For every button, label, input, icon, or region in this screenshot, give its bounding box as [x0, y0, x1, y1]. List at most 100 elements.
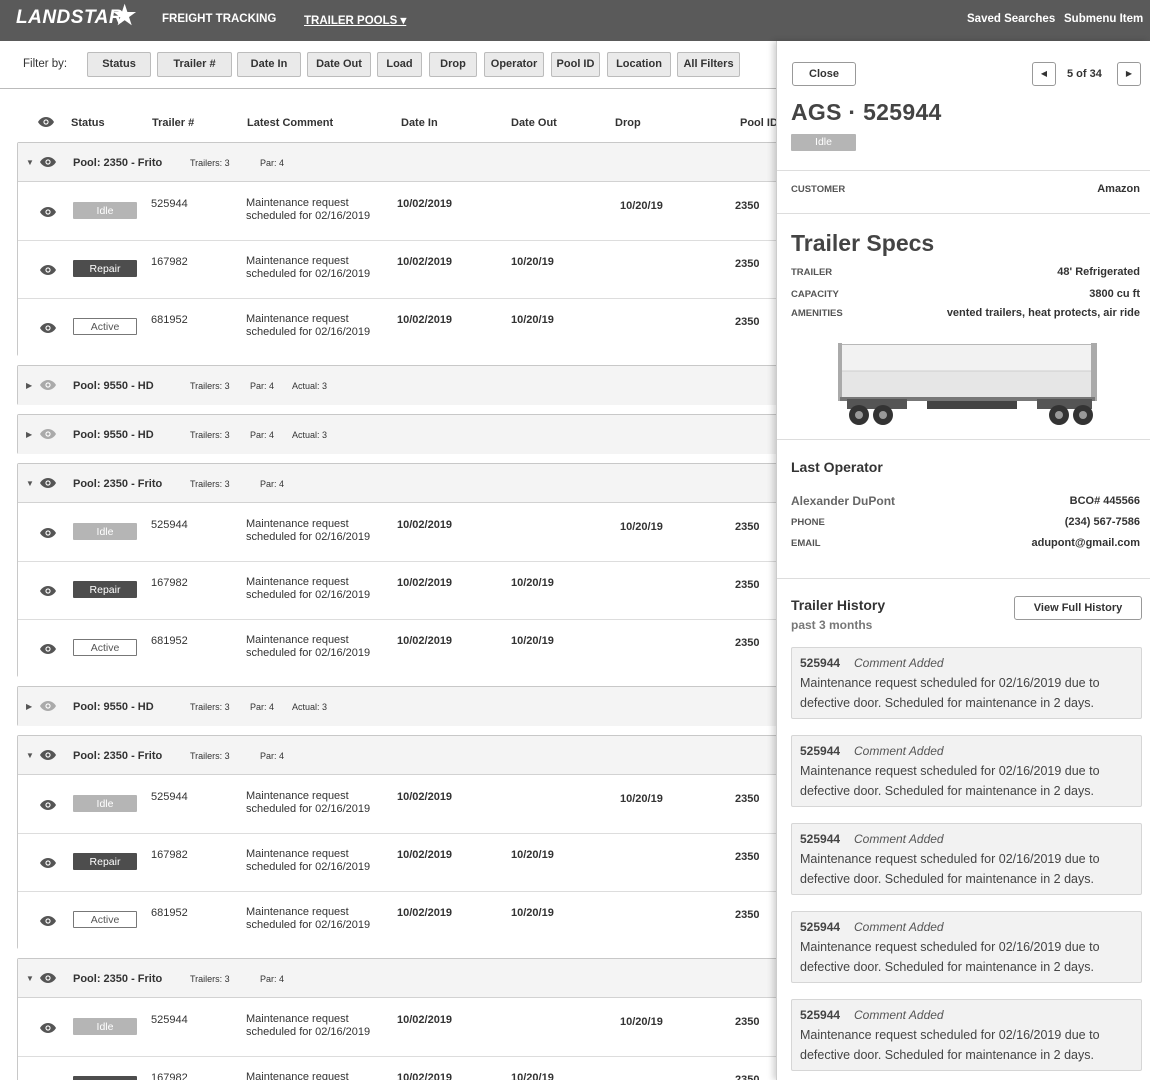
table-row[interactable]: Repair 167982 Maintenance requestschedul…: [18, 1057, 776, 1080]
filter-trailer-button[interactable]: Trailer #: [157, 52, 232, 77]
table-row[interactable]: Repair 167982 Maintenance requestschedul…: [18, 562, 776, 620]
pool-actual: Actual: 3: [292, 430, 328, 440]
col-trailer-header[interactable]: Trailer #: [152, 117, 194, 129]
table-row[interactable]: Active 681952 Maintenance request schedul…: [18, 892, 776, 950]
pool-par: Par: 4: [260, 479, 285, 489]
chevron-left-icon[interactable]: ◀: [1032, 62, 1056, 86]
col-status-header[interactable]: Status: [71, 117, 105, 129]
pool-group: ▼ Pool: 2350 - Frito Trailers: 3 Par: 4 …: [17, 142, 776, 357]
nav-freight-tracking[interactable]: FREIGHT TRACKING: [162, 13, 276, 25]
eye-icon[interactable]: [40, 478, 56, 488]
pool-header[interactable]: ▶ Pool: 9550 - HD Trailers: 3 Par: 4 Act…: [18, 687, 776, 726]
history-text: Maintenance request scheduled for 02/16/…: [800, 764, 1100, 798]
eye-icon[interactable]: [40, 323, 56, 333]
trailer-value: 48' Refrigerated: [1057, 266, 1140, 278]
landstar-logo[interactable]: LANDSTAR ★: [16, 0, 136, 30]
status-badge: Idle: [73, 202, 137, 219]
col-drop-header[interactable]: Drop: [615, 117, 641, 129]
eye-icon[interactable]: [40, 528, 56, 538]
filter-pool-id-button[interactable]: Pool ID: [551, 52, 600, 77]
triangle-right-icon[interactable]: ▶: [26, 381, 32, 390]
filter-location-button[interactable]: Location: [607, 52, 671, 77]
chevron-right-icon[interactable]: ▶: [1117, 62, 1141, 86]
eye-icon[interactable]: [40, 701, 56, 711]
comment-line: scheduled for 02/16/2019: [246, 268, 371, 280]
table-row[interactable]: Repair 167982 Maintenance requestschedul…: [18, 834, 776, 892]
top-nav-bar: LANDSTAR ★ FREIGHT TRACKING TRAILER POOLS…: [0, 0, 1150, 41]
filter-date-out-button[interactable]: Date Out: [307, 52, 371, 77]
table-row[interactable]: Idle 525944 Maintenance request scheduled…: [18, 776, 776, 834]
divider: [777, 439, 1150, 440]
pool-group: ▼ Pool: 2350 - Frito Trailers: 3 Par: 4 …: [17, 735, 776, 950]
eye-icon[interactable]: [40, 1023, 56, 1033]
email-value[interactable]: adupont@gmail.com: [1031, 537, 1140, 549]
pool-header[interactable]: ▼ Pool: 2350 - Frito Trailers: 3 Par: 4: [18, 143, 776, 182]
table-row[interactable]: Active 681952 Maintenance request schedul…: [18, 299, 776, 357]
triangle-right-icon[interactable]: ▶: [26, 430, 32, 439]
nav-trailer-pools[interactable]: TRAILER POOLS ▾: [304, 13, 406, 27]
pool-header[interactable]: ▼ Pool: 2350 - Frito Trailers: 3 Par: 4: [18, 464, 776, 503]
triangle-down-icon[interactable]: ▼: [26, 479, 34, 488]
logo-text: LANDSTAR: [16, 7, 124, 28]
eye-icon[interactable]: [38, 117, 54, 127]
pool-actual: Actual: 3: [292, 702, 328, 712]
triangle-down-icon[interactable]: ▼: [26, 974, 34, 983]
history-event-type: Comment Added: [854, 832, 944, 846]
eye-icon[interactable]: [40, 644, 56, 654]
filter-drop-button[interactable]: Drop: [429, 52, 477, 77]
history-event-type: Comment Added: [854, 1008, 944, 1022]
latest-comment: Maintenance requestscheduled for 02/16/2…: [246, 518, 376, 544]
eye-icon[interactable]: [40, 429, 56, 439]
table-row[interactable]: Active 681952 Maintenance request schedul…: [18, 620, 776, 678]
pool-header[interactable]: ▶ Pool: 9550 - HD Trailers: 3 Par: 4 Act…: [18, 415, 776, 454]
triangle-down-icon[interactable]: ▼: [26, 751, 34, 760]
table-row[interactable]: Repair 167982 Maintenance requestschedul…: [18, 241, 776, 299]
col-pool-id-header[interactable]: Pool ID: [740, 117, 776, 129]
eye-icon[interactable]: [40, 380, 56, 390]
col-date-out-header[interactable]: Date Out: [511, 117, 557, 129]
col-comment-header[interactable]: Latest Comment: [247, 117, 333, 129]
filter-status-button[interactable]: Status: [87, 52, 151, 77]
pool-name: Pool: 2350 - Frito: [73, 157, 163, 169]
filter-load-button[interactable]: Load: [377, 52, 422, 77]
drop-date: 10/20/19: [620, 200, 663, 212]
comment-line: Maintenance request: [246, 576, 349, 588]
pool-header[interactable]: ▶ Pool: 9550 - HD Trailers: 3 Par: 4 Act…: [18, 366, 776, 405]
nav-saved-searches[interactable]: Saved Searches: [967, 13, 1055, 25]
table-row[interactable]: Idle 525944 Maintenance request scheduled…: [18, 999, 776, 1057]
eye-icon[interactable]: [40, 916, 56, 926]
col-date-in-header[interactable]: Date In: [401, 117, 438, 129]
nav-submenu-item[interactable]: Submenu Item: [1064, 13, 1143, 25]
date-in: 10/02/2019: [397, 791, 453, 803]
filter-date-in-button[interactable]: Date In: [237, 52, 301, 77]
eye-icon[interactable]: [40, 800, 56, 810]
eye-icon[interactable]: [40, 207, 56, 217]
history-card: 525944 Comment Added Maintenance request…: [791, 647, 1142, 719]
table-row[interactable]: Idle 525944 Maintenance request scheduled…: [18, 504, 776, 562]
view-full-history-button[interactable]: View Full History: [1014, 596, 1142, 620]
pool-header[interactable]: ▼ Pool: 2350 - Frito Trailers: 3 Par: 4: [18, 736, 776, 775]
filter-all-filters-button[interactable]: All Filters: [677, 52, 740, 77]
eye-icon[interactable]: [40, 973, 56, 983]
date-out: 10/20/19: [511, 256, 554, 268]
eye-icon[interactable]: [40, 858, 56, 868]
table-row[interactable]: Idle 525944 Maintenance request scheduled…: [18, 183, 776, 241]
phone-value[interactable]: (234) 567-7586: [1065, 516, 1140, 528]
eye-icon[interactable]: [40, 157, 56, 167]
close-button[interactable]: Close: [792, 62, 856, 86]
pool-trailers-count: Trailers: 3: [190, 751, 230, 761]
latest-comment: Maintenance requestscheduled for 02/16/2…: [246, 906, 376, 932]
comment-line: Maintenance request: [246, 848, 349, 860]
triangle-right-icon[interactable]: ▶: [26, 702, 32, 711]
bco-number: BCO# 445566: [1069, 495, 1140, 507]
comment-line: Maintenance request: [246, 313, 349, 325]
pool-par: Par: 4: [260, 974, 285, 984]
date-out: 10/20/19: [511, 907, 554, 919]
triangle-down-icon[interactable]: ▼: [26, 158, 34, 167]
eye-icon[interactable]: [40, 586, 56, 596]
pool-header[interactable]: ▼ Pool: 2350 - Frito Trailers: 3 Par: 4: [18, 959, 776, 998]
eye-icon[interactable]: [40, 265, 56, 275]
eye-icon[interactable]: [40, 750, 56, 760]
filter-operator-button[interactable]: Operator: [484, 52, 544, 77]
history-event-type: Comment Added: [854, 656, 944, 670]
